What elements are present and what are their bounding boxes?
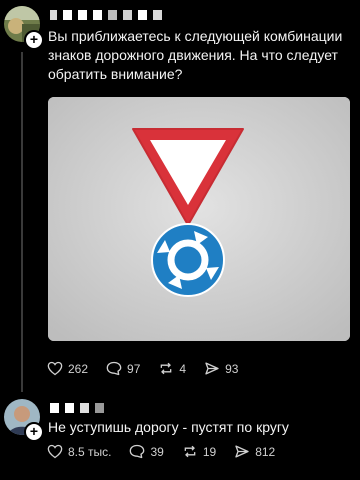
reply-share-count: 812 [255,444,276,459]
share-icon [235,445,249,458]
repost-count: 4 [179,361,187,376]
share-icon [205,362,219,375]
reply-repost-button[interactable]: 19 [182,444,216,459]
like-button[interactable]: 262 [47,361,88,376]
follow-plus-icon[interactable]: + [24,30,44,50]
reply-share-button[interactable]: 812 [234,444,275,459]
post-author-name [50,10,162,20]
reply-like-button[interactable]: 8.5 тыс. [47,444,111,459]
comment-icon [130,444,145,459]
reply-repost-count: 19 [202,444,217,459]
reply-comment-count: 39 [150,444,164,459]
post-text: Вы приближаетесь к следующей комбинации … [48,28,343,82]
post-action-bar: 262 97 4 93 [47,361,256,376]
thread-line [21,52,23,392]
comment-count: 97 [127,361,141,376]
heart-icon [47,444,63,459]
repost-icon [184,445,196,458]
roundabout-sign-icon [151,223,225,297]
repost-button[interactable]: 4 [158,361,186,376]
comment-button[interactable]: 97 [106,361,140,376]
reply-author-name [50,403,104,413]
reply-action-bar: 8.5 тыс. 39 19 812 [47,444,293,459]
reply-text: Не уступишь дорогу - пустят по кругу [48,419,289,435]
like-count: 262 [68,361,89,376]
share-count: 93 [225,361,239,376]
share-button[interactable]: 93 [204,361,238,376]
follow-plus-icon[interactable]: + [24,422,44,442]
heart-icon [47,361,63,376]
reply-comment-button[interactable]: 39 [129,444,164,459]
post-image[interactable] [48,97,350,341]
repost-icon [161,362,172,375]
reply-like-count: 8.5 тыс. [68,444,112,459]
comment-icon [106,361,122,376]
